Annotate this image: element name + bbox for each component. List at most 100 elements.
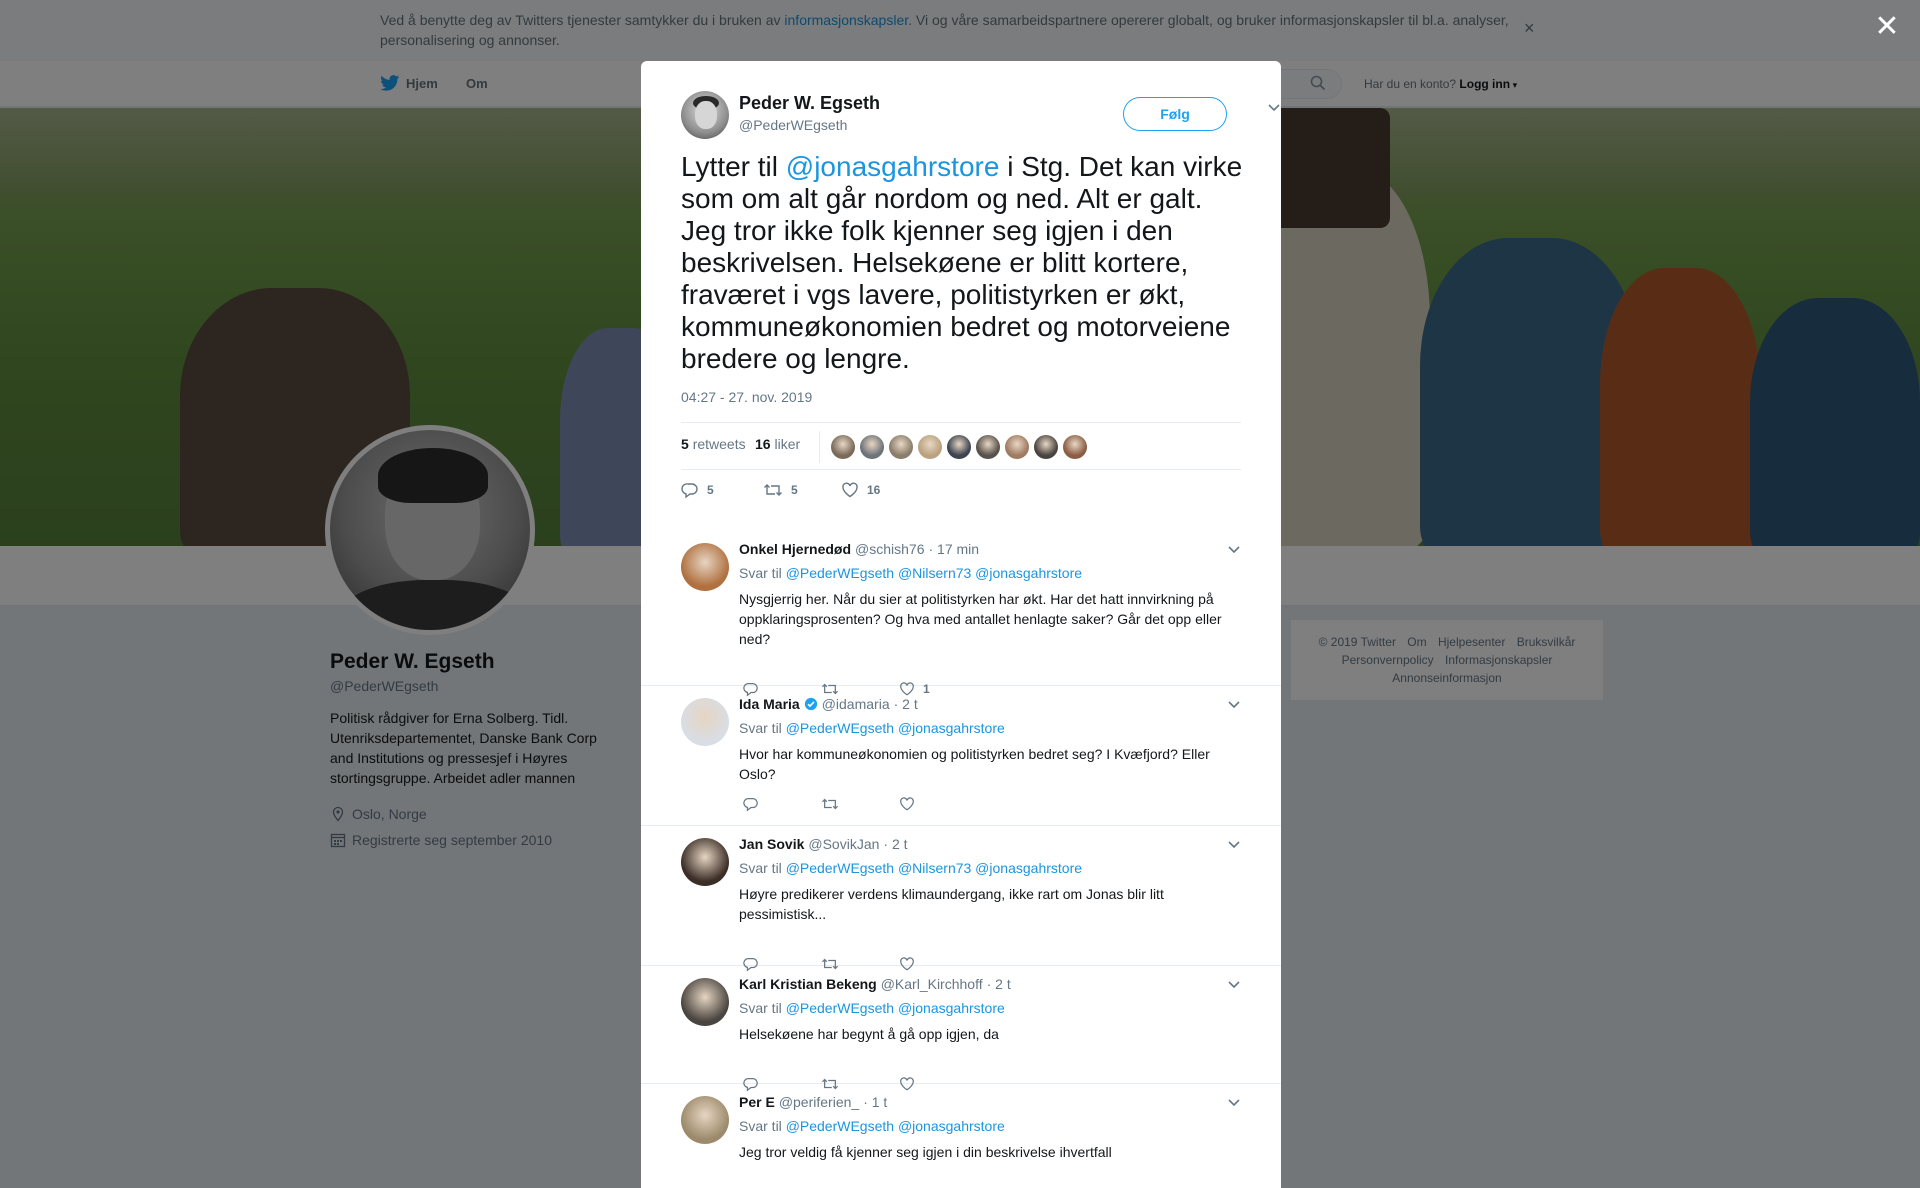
reply-to-prefix: Svar til [739,1000,782,1016]
tweet-author-handle[interactable]: @PederWEgseth [739,117,847,133]
reply-to-prefix: Svar til [739,860,782,876]
chevron-down-icon[interactable] [1227,700,1241,710]
reply-text: Hvor har kommuneøkonomien og politistyrk… [739,746,1210,782]
reply-author-handle[interactable]: @idamaria [822,696,890,712]
reply-header: Per E @periferien_ · 1 t [739,1094,887,1110]
reply-to-mentions[interactable]: @PederWEgseth @Nilsern73 @jonasgahrstore [786,860,1082,876]
retweet-action[interactable]: 5 [763,481,798,499]
like-count: 16 [867,483,881,497]
reply-author-handle[interactable]: @periferien_ [779,1094,859,1110]
overlay-close-button[interactable]: ✕ [1870,10,1904,44]
reply-author-name[interactable]: Jan Sovik [739,836,804,852]
liker-avatar[interactable] [976,435,1000,459]
chevron-down-icon[interactable] [1267,103,1281,113]
likes-stat[interactable]: 16 liker [755,436,800,452]
retweets-stat[interactable]: 5 retweets [681,436,746,452]
reply-time[interactable]: · 2 t [883,836,907,852]
reply-header: Karl Kristian Bekeng @Karl_Kirchhoff · 2 t [739,976,1011,992]
tweet-author-avatar[interactable] [681,91,729,139]
chevron-down-icon[interactable] [1227,545,1241,555]
tweet-stats: 5 retweets 16 liker [681,422,1241,470]
chevron-down-icon[interactable] [1227,980,1241,990]
retweet-icon [821,796,839,812]
liker-avatar[interactable] [860,435,884,459]
reply-text: Høyre predikerer verdens klimaundergang,… [739,886,1164,922]
heart-icon [899,796,915,812]
reply-avatar[interactable] [681,978,729,1026]
reply-time[interactable]: · 17 min [929,541,980,557]
reply-to-mentions[interactable]: @PederWEgseth @jonasgahrstore [786,720,1005,736]
reply-author-handle[interactable]: @Karl_Kirchhoff [881,976,983,992]
tweet-text-before: Lytter til [681,151,786,182]
reply-retweet-action[interactable] [821,796,839,812]
tweet-modal: Peder W. Egseth @PederWEgseth Følg Lytte… [641,61,1281,1188]
liker-avatar[interactable] [918,435,942,459]
liker-avatar[interactable] [1005,435,1029,459]
reply-icon [743,796,759,812]
reply-to-line: Svar til @PederWEgseth @Nilsern73 @jonas… [739,860,1082,876]
reply-author-name[interactable]: Per E [739,1094,775,1110]
liker-avatar[interactable] [831,435,855,459]
reply-item[interactable]: Per E @periferien_ · 1 t Svar til @PederWEg… [641,1084,1281,1188]
reply-author-name[interactable]: Karl Kristian Bekeng [739,976,877,992]
retweets-count: 5 [681,436,689,452]
retweets-label: retweets [692,436,746,452]
tweet-text: Lytter til @jonasgahrstore i Stg. Det ka… [681,151,1247,375]
reply-to-line: Svar til @PederWEgseth @jonasgahrstore [739,1118,1005,1134]
reply-to-mentions[interactable]: @PederWEgseth @jonasgahrstore [786,1118,1005,1134]
like-action[interactable]: 16 [841,481,880,499]
reply-header: Ida Maria @idamaria · 2 t [739,696,918,712]
follow-button[interactable]: Følg [1123,97,1227,131]
avatar-face [695,101,717,129]
reply-to-mentions[interactable]: @PederWEgseth @jonasgahrstore [786,1000,1005,1016]
reply-author-name[interactable]: Onkel Hjernedød [739,541,851,557]
tweet-header: Peder W. Egseth @PederWEgseth Følg [681,91,1280,145]
liker-avatars [831,435,1087,459]
liker-avatar[interactable] [947,435,971,459]
tweet-text-after: i Stg. Det kan virke som om alt går nord… [681,151,1243,374]
tweet-mention-link[interactable]: @jonasgahrstore [786,151,1000,182]
reply-like-action[interactable] [899,796,923,812]
liker-avatar[interactable] [1063,435,1087,459]
retweet-count: 5 [791,483,798,497]
reply-to-prefix: Svar til [739,565,782,581]
reply-action[interactable]: 5 [681,481,714,499]
reply-author-handle[interactable]: @schish76 [855,541,924,557]
tweet-author-name[interactable]: Peder W. Egseth [739,93,880,114]
reply-avatar[interactable] [681,1096,729,1144]
reply-item[interactable]: Onkel Hjernedød @schish76 · 17 min Svar til… [641,531,1281,697]
reply-text: Nysgjerrig her. Når du sier at politisty… [739,591,1222,647]
reply-reply-action[interactable] [743,796,759,812]
reply-avatar[interactable] [681,698,729,746]
reply-icon [681,481,699,499]
reply-author-handle[interactable]: @SovikJan [808,836,879,852]
tweet-actions: 5 5 16 [681,481,1241,511]
stats-divider [819,431,820,463]
reply-text: Jeg tror veldig få kjenner seg igjen i d… [739,1144,1112,1160]
retweet-icon [763,481,783,499]
reply-item[interactable]: Jan Sovik @SovikJan · 2 t Svar til @PederWE… [641,826,1281,972]
chevron-down-icon[interactable] [1227,840,1241,850]
chevron-down-icon[interactable] [1227,1098,1241,1108]
liker-avatar[interactable] [889,435,913,459]
reply-avatar[interactable] [681,543,729,591]
reply-item[interactable]: Ida Maria @idamaria · 2 t Svar til @PederWE… [641,686,1281,826]
reply-actions [739,796,1139,816]
reply-author-name[interactable]: Ida Maria [739,696,800,712]
reply-time[interactable]: · 1 t [863,1094,887,1110]
reply-to-mentions[interactable]: @PederWEgseth @Nilsern73 @jonasgahrstore [786,565,1082,581]
reply-time[interactable]: · 2 t [987,976,1011,992]
likes-label: liker [774,436,801,452]
reply-to-prefix: Svar til [739,720,782,736]
reply-list: Onkel Hjernedød @schish76 · 17 min Svar til… [641,531,1281,1188]
reply-to-line: Svar til @PederWEgseth @jonasgahrstore [739,720,1005,736]
tweet-timestamp[interactable]: 04:27 - 27. nov. 2019 [681,389,812,405]
verified-badge-icon [804,697,818,711]
liker-avatar[interactable] [1034,435,1058,459]
reply-item[interactable]: Karl Kristian Bekeng @Karl_Kirchhoff · 2 t… [641,966,1281,1092]
reply-time[interactable]: · 2 t [894,696,918,712]
reply-text: Helsekøene har begynt å gå opp igjen, da [739,1026,999,1042]
likes-count: 16 [755,436,771,452]
reply-avatar[interactable] [681,838,729,886]
reply-header: Jan Sovik @SovikJan · 2 t [739,836,908,852]
